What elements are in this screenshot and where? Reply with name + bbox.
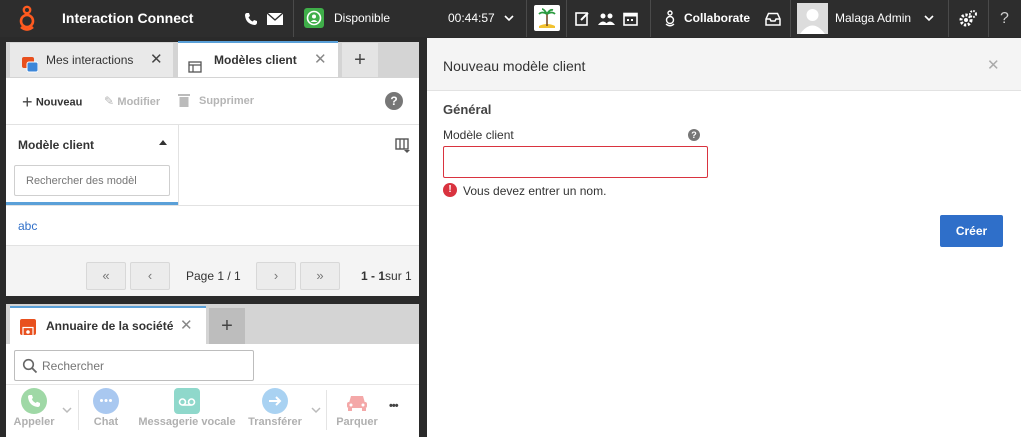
tab-label: Annuaire de la société: [46, 319, 174, 333]
search-icon: [22, 358, 38, 374]
column-chooser-icon[interactable]: [395, 138, 411, 154]
top-bar: Interaction Connect Disponible 00:44:57 …: [0, 0, 1021, 37]
results-range: 1 - 1: [361, 269, 386, 283]
error-icon: !: [443, 183, 457, 197]
close-icon[interactable]: ✕: [314, 43, 327, 77]
client-templates-pane: + Nouveau ✎ Modifier Supprimer ? Modèle …: [6, 78, 419, 296]
close-icon[interactable]: ✕: [180, 308, 193, 344]
add-tab-button[interactable]: +: [342, 43, 378, 77]
results-total: sur 1: [385, 269, 412, 283]
edit-note-icon[interactable]: [574, 0, 590, 37]
phone-icon[interactable]: [242, 0, 260, 37]
column-divider: [178, 125, 179, 205]
dialog-close-icon[interactable]: ✕: [987, 56, 1000, 74]
status-timer: 00:44:57: [448, 11, 495, 25]
chat-icon: [93, 388, 119, 414]
park-button[interactable]: Parquer: [332, 387, 382, 437]
voicemail-button[interactable]: Messagerie vocale: [138, 387, 236, 437]
new-label: Nouveau: [35, 96, 83, 109]
available-status-icon: [304, 8, 324, 28]
transfer-label: Transférer: [248, 416, 302, 428]
dialog-title: Nouveau modèle client: [443, 58, 586, 74]
collaborate-label: Collaborate: [684, 11, 751, 25]
page-indicator: Page 1 / 1: [186, 269, 241, 283]
tab-label: Mes interactions: [46, 53, 134, 67]
field-help-icon[interactable]: ?: [688, 129, 700, 141]
transfer-options-chevron-icon[interactable]: [311, 403, 321, 414]
template-name[interactable]: abc: [18, 219, 37, 233]
list-divider: [6, 124, 419, 125]
call-options-chevron-icon[interactable]: [62, 403, 72, 414]
user-name: Malaga Admin: [835, 11, 912, 25]
voicemail-icon: [174, 388, 200, 414]
prev-page-button[interactable]: ‹: [130, 262, 170, 290]
edit-button[interactable]: ✎ Modifier: [104, 94, 160, 108]
add-tab-button[interactable]: +: [209, 308, 245, 344]
create-button[interactable]: Créer: [940, 215, 1003, 247]
pencil-icon: ✎: [104, 94, 115, 108]
genesys-logo-icon: [14, 5, 40, 33]
trash-icon: [178, 93, 190, 107]
new-template-dialog: Nouveau modèle client ✕ Général Modèle c…: [427, 38, 1021, 437]
dock-divider: [6, 384, 419, 385]
results-count: 1 - 1sur 1: [361, 269, 412, 283]
status-label: Disponible: [334, 11, 391, 25]
edit-label: Modifier: [117, 96, 161, 108]
client-template-name-input[interactable]: [443, 146, 708, 178]
directory-icon: [20, 319, 36, 340]
error-message: Vous devez entrer un nom.: [463, 184, 607, 198]
last-page-button[interactable]: »: [300, 262, 340, 290]
park-label: Parquer: [336, 416, 378, 428]
dock-separator: [326, 390, 327, 430]
sort-ascending-icon[interactable]: [159, 140, 167, 145]
tab-my-interactions[interactable]: Mes interactions ✕: [10, 43, 173, 77]
status-selector[interactable]: Disponible: [294, 0, 434, 37]
column-header-client-template[interactable]: Modèle client: [18, 138, 94, 152]
first-page-button[interactable]: «: [86, 262, 126, 290]
voicemail-label: Messagerie vocale: [138, 416, 236, 428]
directory-search-input[interactable]: [42, 353, 247, 378]
people-icon[interactable]: [596, 0, 616, 37]
call-label: Appeler: [13, 416, 55, 428]
template-search-input[interactable]: [14, 165, 170, 196]
transfer-button[interactable]: Transférer: [246, 387, 304, 437]
table-icon: [188, 53, 202, 73]
user-menu[interactable]: Malaga Admin: [791, 0, 947, 37]
dock-separator: [78, 390, 79, 430]
help-circle-icon[interactable]: ?: [385, 92, 403, 110]
phone-icon: [21, 388, 47, 414]
chat-button[interactable]: Chat: [84, 387, 128, 437]
delete-button[interactable]: Supprimer: [178, 93, 254, 107]
collaborate-icon: [663, 0, 677, 37]
chat-label: Chat: [93, 416, 119, 428]
call-button[interactable]: Appeler: [10, 387, 58, 437]
tab-label: Modèles client: [214, 53, 297, 67]
more-actions-button[interactable]: •••: [389, 400, 399, 412]
car-icon: [344, 388, 370, 414]
avatar: [797, 3, 828, 34]
interactions-icon: [22, 52, 39, 73]
collaborate-button[interactable]: Collaborate: [651, 0, 756, 37]
table-row[interactable]: abc: [6, 206, 419, 246]
close-icon[interactable]: ✕: [150, 43, 163, 77]
next-page-button[interactable]: ›: [256, 262, 296, 290]
vacation-icon[interactable]: [534, 5, 560, 31]
delete-label: Supprimer: [199, 95, 255, 107]
app-title: Interaction Connect: [62, 10, 194, 26]
directory-search[interactable]: [14, 350, 254, 381]
help-button[interactable]: ?: [1000, 0, 1009, 37]
gears-icon[interactable]: [956, 0, 980, 37]
chevron-down-icon: [922, 0, 936, 37]
plus-icon: +: [22, 92, 33, 112]
calendar-icon[interactable]: [622, 0, 638, 37]
new-button[interactable]: + Nouveau: [22, 92, 83, 112]
inbox-icon[interactable]: [762, 0, 784, 37]
tab-company-directory[interactable]: Annuaire de la société ✕: [10, 306, 206, 344]
field-label: Modèle client: [443, 128, 514, 142]
transfer-arrow-icon: [262, 388, 288, 414]
chevron-down-icon[interactable]: [502, 0, 516, 37]
mail-icon[interactable]: [265, 0, 285, 37]
tab-client-templates[interactable]: Modèles client ✕: [178, 41, 338, 77]
section-heading: Général: [443, 102, 492, 117]
